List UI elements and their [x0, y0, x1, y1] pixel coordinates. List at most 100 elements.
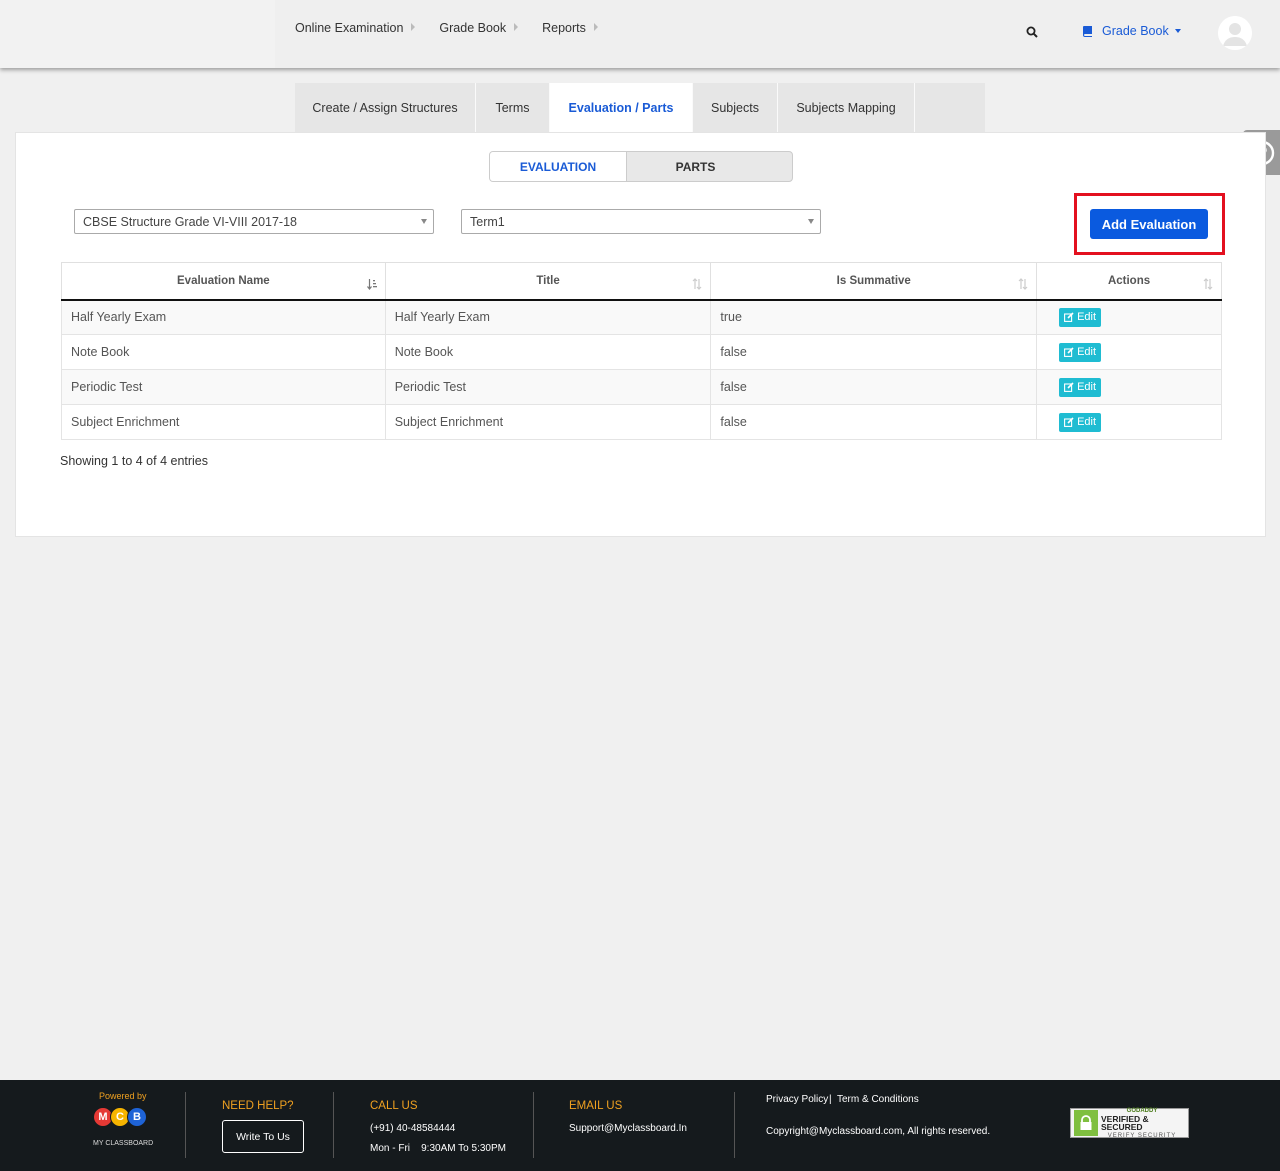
privacy-policy-link[interactable]: Privacy Policy — [766, 1094, 828, 1105]
edit-label: Edit — [1077, 346, 1097, 358]
module-dropdown[interactable]: Grade Book — [1082, 24, 1181, 38]
nav-reports[interactable]: Reports — [542, 21, 598, 35]
user-icon — [1218, 16, 1252, 50]
main-nav: Online Examination Grade Book Reports — [295, 21, 622, 35]
term-select-value: Term1 — [470, 214, 505, 229]
seal-sub-text: VERIFY SECURITY — [1107, 1132, 1177, 1139]
edit-label: Edit — [1077, 416, 1097, 428]
add-evaluation-button[interactable]: Add Evaluation — [1090, 209, 1208, 239]
email-us-heading: EMAIL US — [569, 1100, 623, 1112]
header-label: Is Summative — [836, 274, 911, 287]
sort-icon — [1203, 278, 1213, 290]
edit-button[interactable]: Edit — [1059, 412, 1102, 432]
divider — [734, 1092, 735, 1158]
nav-label: Online Examination — [295, 21, 404, 35]
chevron-down-icon — [421, 219, 427, 224]
column-header-evaluation-name[interactable]: Evaluation Name — [61, 262, 386, 301]
column-header-title[interactable]: Title — [384, 262, 712, 301]
cell-title: Periodic Test — [384, 369, 712, 405]
cell-evaluation-name: Periodic Test — [61, 369, 386, 405]
caret-right-icon — [593, 23, 598, 31]
column-header-actions[interactable]: Actions — [1036, 262, 1222, 301]
footer: Powered by M C B MY CLASSBOARD NEED HELP… — [0, 1080, 1280, 1171]
write-to-us-button[interactable]: Write To Us — [222, 1120, 304, 1153]
module-label: Grade Book — [1102, 24, 1169, 38]
toggle-evaluation[interactable]: EVALUATION — [490, 152, 627, 181]
cell-title: Half Yearly Exam — [384, 299, 712, 335]
godaddy-seal[interactable]: GODADDY VERIFIED & SECURED VERIFY SECURI… — [1070, 1108, 1189, 1139]
edit-icon — [1064, 347, 1074, 357]
structure-select[interactable]: CBSE Structure Grade VI-VIII 2017-18 — [74, 209, 434, 234]
cell-title: Note Book — [384, 334, 712, 370]
table-row: Subject Enrichment Subject Enrichment fa… — [61, 404, 1222, 440]
header-label: Title — [536, 274, 560, 287]
mcb-logo: M C B — [93, 1107, 147, 1127]
tab-terms[interactable]: Terms — [476, 83, 550, 132]
cell-is-summative: false — [710, 369, 1038, 405]
office-hours: Mon - Fri 9:30AM To 5:30PM — [370, 1143, 506, 1154]
seal-main-text: VERIFIED & SECURED — [1101, 1113, 1149, 1132]
nav-label: Reports — [542, 21, 586, 35]
cell-evaluation-name: Half Yearly Exam — [61, 299, 386, 335]
table-row: Half Yearly Exam Half Yearly Exam true E… — [61, 299, 1222, 335]
call-us-heading: CALL US — [370, 1100, 418, 1112]
lock-icon — [1074, 1110, 1098, 1136]
search-icon[interactable] — [1026, 26, 1038, 38]
header-label: Evaluation Name — [177, 274, 270, 287]
sort-icon — [1018, 278, 1028, 290]
copyright-text: Copyright@Myclassboard.com, All rights r… — [766, 1126, 991, 1137]
tab-spacer — [915, 83, 985, 132]
tab-subjects-mapping[interactable]: Subjects Mapping — [778, 83, 915, 132]
powered-by-label: Powered by — [99, 1091, 147, 1101]
tab-bar: Create / Assign Structures Terms Evaluat… — [295, 83, 985, 132]
edit-button[interactable]: Edit — [1059, 342, 1102, 362]
add-evaluation-highlight: Add Evaluation — [1074, 193, 1225, 255]
sort-asc-icon — [366, 279, 377, 290]
tab-evaluation-parts[interactable]: Evaluation / Parts — [550, 83, 693, 132]
terms-link[interactable]: Term & Conditions — [837, 1094, 919, 1105]
divider — [185, 1092, 186, 1158]
nav-label: Grade Book — [439, 21, 507, 35]
need-help-heading: NEED HELP? — [222, 1100, 294, 1112]
structure-select-value: CBSE Structure Grade VI-VIII 2017-18 — [83, 214, 297, 229]
header-label: Actions — [1107, 274, 1151, 287]
link-separator: | — [829, 1094, 832, 1105]
table-row: Note Book Note Book false Edit — [61, 334, 1222, 370]
nav-online-examination[interactable]: Online Examination — [295, 21, 416, 35]
seal-top-text: GODADDY — [1126, 1107, 1158, 1114]
cell-actions: Edit — [1036, 299, 1222, 335]
edit-label: Edit — [1077, 381, 1097, 393]
top-navbar: Online Examination Grade Book Reports Gr… — [0, 0, 1280, 68]
avatar[interactable] — [1218, 16, 1252, 50]
tab-create-assign-structures[interactable]: Create / Assign Structures — [295, 83, 476, 132]
logo-area — [0, 0, 275, 68]
divider — [533, 1092, 534, 1158]
cell-evaluation-name: Subject Enrichment — [61, 404, 386, 440]
edit-icon — [1064, 417, 1074, 427]
edit-button[interactable]: Edit — [1059, 307, 1102, 327]
caret-right-icon — [514, 23, 519, 31]
edit-label: Edit — [1077, 311, 1097, 324]
edit-button[interactable]: Edit — [1059, 377, 1102, 397]
chevron-down-icon — [1174, 29, 1181, 33]
support-email-link[interactable]: Support@Myclassboard.In — [569, 1123, 687, 1134]
cell-is-summative: false — [710, 404, 1038, 440]
edit-icon — [1064, 312, 1074, 323]
main-panel: EVALUATION PARTS CBSE Structure Grade VI… — [15, 132, 1266, 537]
sort-icon — [692, 278, 702, 290]
table-info: Showing 1 to 4 of 4 entries — [60, 454, 209, 468]
cell-actions: Edit — [1036, 334, 1222, 370]
cell-evaluation-name: Note Book — [61, 334, 386, 370]
caret-right-icon — [411, 23, 416, 31]
cell-is-summative: true — [710, 299, 1038, 335]
table-row: Periodic Test Periodic Test false Edit — [61, 369, 1222, 405]
tab-subjects[interactable]: Subjects — [693, 83, 778, 132]
nav-grade-book[interactable]: Grade Book — [439, 21, 519, 35]
toggle-parts[interactable]: PARTS — [627, 152, 764, 181]
term-select[interactable]: Term1 — [461, 209, 821, 234]
column-header-is-summative[interactable]: Is Summative — [710, 262, 1038, 301]
cell-actions: Edit — [1036, 369, 1222, 405]
seal-text: GODADDY VERIFIED & SECURED VERIFY SECURI… — [1101, 1108, 1183, 1139]
edit-icon — [1064, 382, 1074, 392]
phone-number: (+91) 40-48584444 — [370, 1123, 456, 1134]
